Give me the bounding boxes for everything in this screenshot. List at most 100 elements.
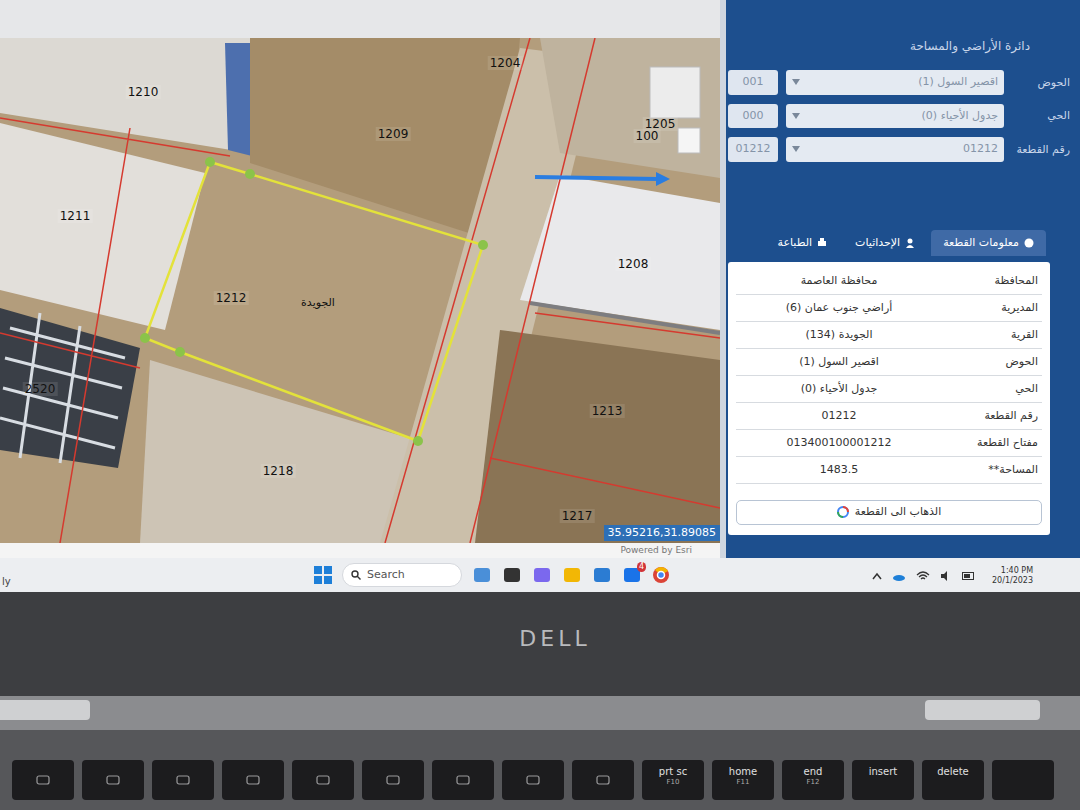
store-icon [593, 567, 611, 583]
tab[interactable]: الطباعة [766, 230, 840, 257]
key-symbol-icon [106, 775, 120, 785]
function-key[interactable] [502, 760, 564, 800]
info-value: جدول الأحياء (0) [736, 381, 942, 398]
hinge-right [925, 700, 1040, 720]
task-view-icon [503, 567, 521, 583]
function-key[interactable] [432, 760, 494, 800]
key-label: end [804, 766, 823, 778]
key-sublabel: F11 [737, 778, 750, 787]
top-strip [0, 0, 720, 38]
taskbar-app[interactable] [562, 565, 582, 585]
key-symbol-icon [596, 775, 610, 785]
map-imagery [0, 38, 720, 543]
info-value: الجويدة (134) [736, 327, 942, 344]
info-label: المساحة** [942, 462, 1042, 479]
key-symbol-icon [246, 775, 260, 785]
info-label: الحي [942, 381, 1042, 398]
function-key[interactable]: delete [922, 760, 984, 800]
info-row: رقم القطعة01212 [736, 403, 1042, 430]
info-label: رقم القطعة [942, 408, 1042, 425]
function-key[interactable] [572, 760, 634, 800]
taskbar-app[interactable] [592, 565, 612, 585]
tab[interactable]: معلومات القطعة [931, 230, 1046, 257]
clock-time: 1:40 PM [1001, 566, 1033, 576]
info-label: مفتاح القطعة [942, 435, 1042, 452]
info-row: المديريةأراضي جنوب عمان (6) [736, 295, 1042, 322]
parcel-label: 1204 [488, 56, 523, 70]
taskbar-app[interactable] [532, 565, 552, 585]
hinge-left [0, 700, 90, 720]
function-key[interactable] [362, 760, 424, 800]
function-key[interactable] [292, 760, 354, 800]
filter-select[interactable]: 01212 [786, 137, 1004, 162]
filter-value: جدول الأحياء (0) [922, 108, 998, 125]
map-footer: Powered by Esri [0, 543, 720, 558]
search-icon [351, 570, 361, 580]
filter-label: رقم القطعة [1012, 143, 1070, 156]
key-label: delete [937, 766, 969, 778]
person-icon [905, 238, 915, 248]
place-label: الجويدة [301, 295, 335, 312]
function-key-row: prt scF10homeF11endF12insertdelete [12, 760, 1068, 800]
parcel-label: 1217 [560, 509, 595, 523]
system-tray: 1:40 PM20/1/2023 [872, 566, 1033, 586]
button-label: الذهاب الى القطعة [855, 504, 941, 521]
clock: 1:40 PM20/1/2023 [992, 566, 1033, 586]
key-sublabel: F10 [667, 778, 680, 787]
panel-title: دائرة الأراضي والمساحة [910, 37, 1030, 55]
taskbar-app[interactable] [502, 565, 522, 585]
info-value: أراضي جنوب عمان (6) [736, 300, 942, 317]
function-key[interactable] [82, 760, 144, 800]
filter-code[interactable]: 01212 [728, 137, 778, 162]
parcel-label: 1211 [58, 209, 93, 223]
map[interactable]: 1210120912041205100121112121208121325201… [0, 38, 720, 543]
function-key[interactable]: homeF11 [712, 760, 774, 800]
info-value: 013400100001212 [736, 435, 942, 452]
taskbar-search[interactable]: Search [342, 563, 462, 587]
search-placeholder: Search [367, 567, 405, 584]
wifi-icon [916, 571, 930, 581]
info-value: اقصير السول (1) [736, 354, 942, 371]
info-value: محافظة العاصمة [736, 273, 942, 290]
function-key[interactable] [12, 760, 74, 800]
taskbar-apps: Search 4 [314, 563, 670, 587]
filter-select[interactable]: جدول الأحياء (0) [786, 104, 1004, 129]
info-row: المحافظةمحافظة العاصمة [736, 268, 1042, 295]
key-sublabel: F12 [807, 778, 820, 787]
info-value: 01212 [736, 408, 942, 425]
filter-select[interactable]: اقصير السول (1) [786, 70, 1004, 95]
attribution: Powered by Esri [620, 544, 692, 558]
scrollbar [720, 0, 726, 558]
info-row: القريةالجويدة (134) [736, 322, 1042, 349]
taskbar-app[interactable]: 4 [622, 565, 642, 585]
go-to-parcel-button[interactable]: الذهاب الى القطعة [736, 500, 1042, 525]
hinge [0, 696, 1080, 730]
taskbar: lySearch41:40 PM20/1/2023 [0, 558, 1080, 592]
volume-icon [940, 571, 952, 581]
taskbar-app[interactable] [472, 565, 492, 585]
key-label: prt sc [659, 766, 687, 778]
function-key[interactable] [992, 760, 1054, 800]
function-key[interactable] [152, 760, 214, 800]
clock-date: 20/1/2023 [992, 576, 1033, 586]
chevron-down-icon [792, 146, 800, 152]
info-row: الحوضاقصير السول (1) [736, 349, 1042, 376]
tab-label: معلومات القطعة [943, 235, 1019, 252]
windows-start-icon [314, 566, 332, 584]
function-key[interactable]: insert [852, 760, 914, 800]
key-label: home [729, 766, 757, 778]
google-icon [837, 506, 849, 518]
chevron-down-icon [792, 79, 800, 85]
function-key[interactable]: prt scF10 [642, 760, 704, 800]
tab[interactable]: الإحداثيات [843, 230, 927, 257]
file-explorer-icon [563, 567, 581, 583]
info-label: القرية [942, 327, 1042, 344]
function-key[interactable]: endF12 [782, 760, 844, 800]
function-key[interactable] [222, 760, 284, 800]
filter-code[interactable]: 001 [728, 70, 778, 95]
key-symbol-icon [526, 775, 540, 785]
parcel-label: 1208 [616, 257, 651, 271]
parcel-label: 1213 [590, 404, 625, 418]
printer-icon [817, 238, 827, 248]
filter-code[interactable]: 000 [728, 104, 778, 129]
